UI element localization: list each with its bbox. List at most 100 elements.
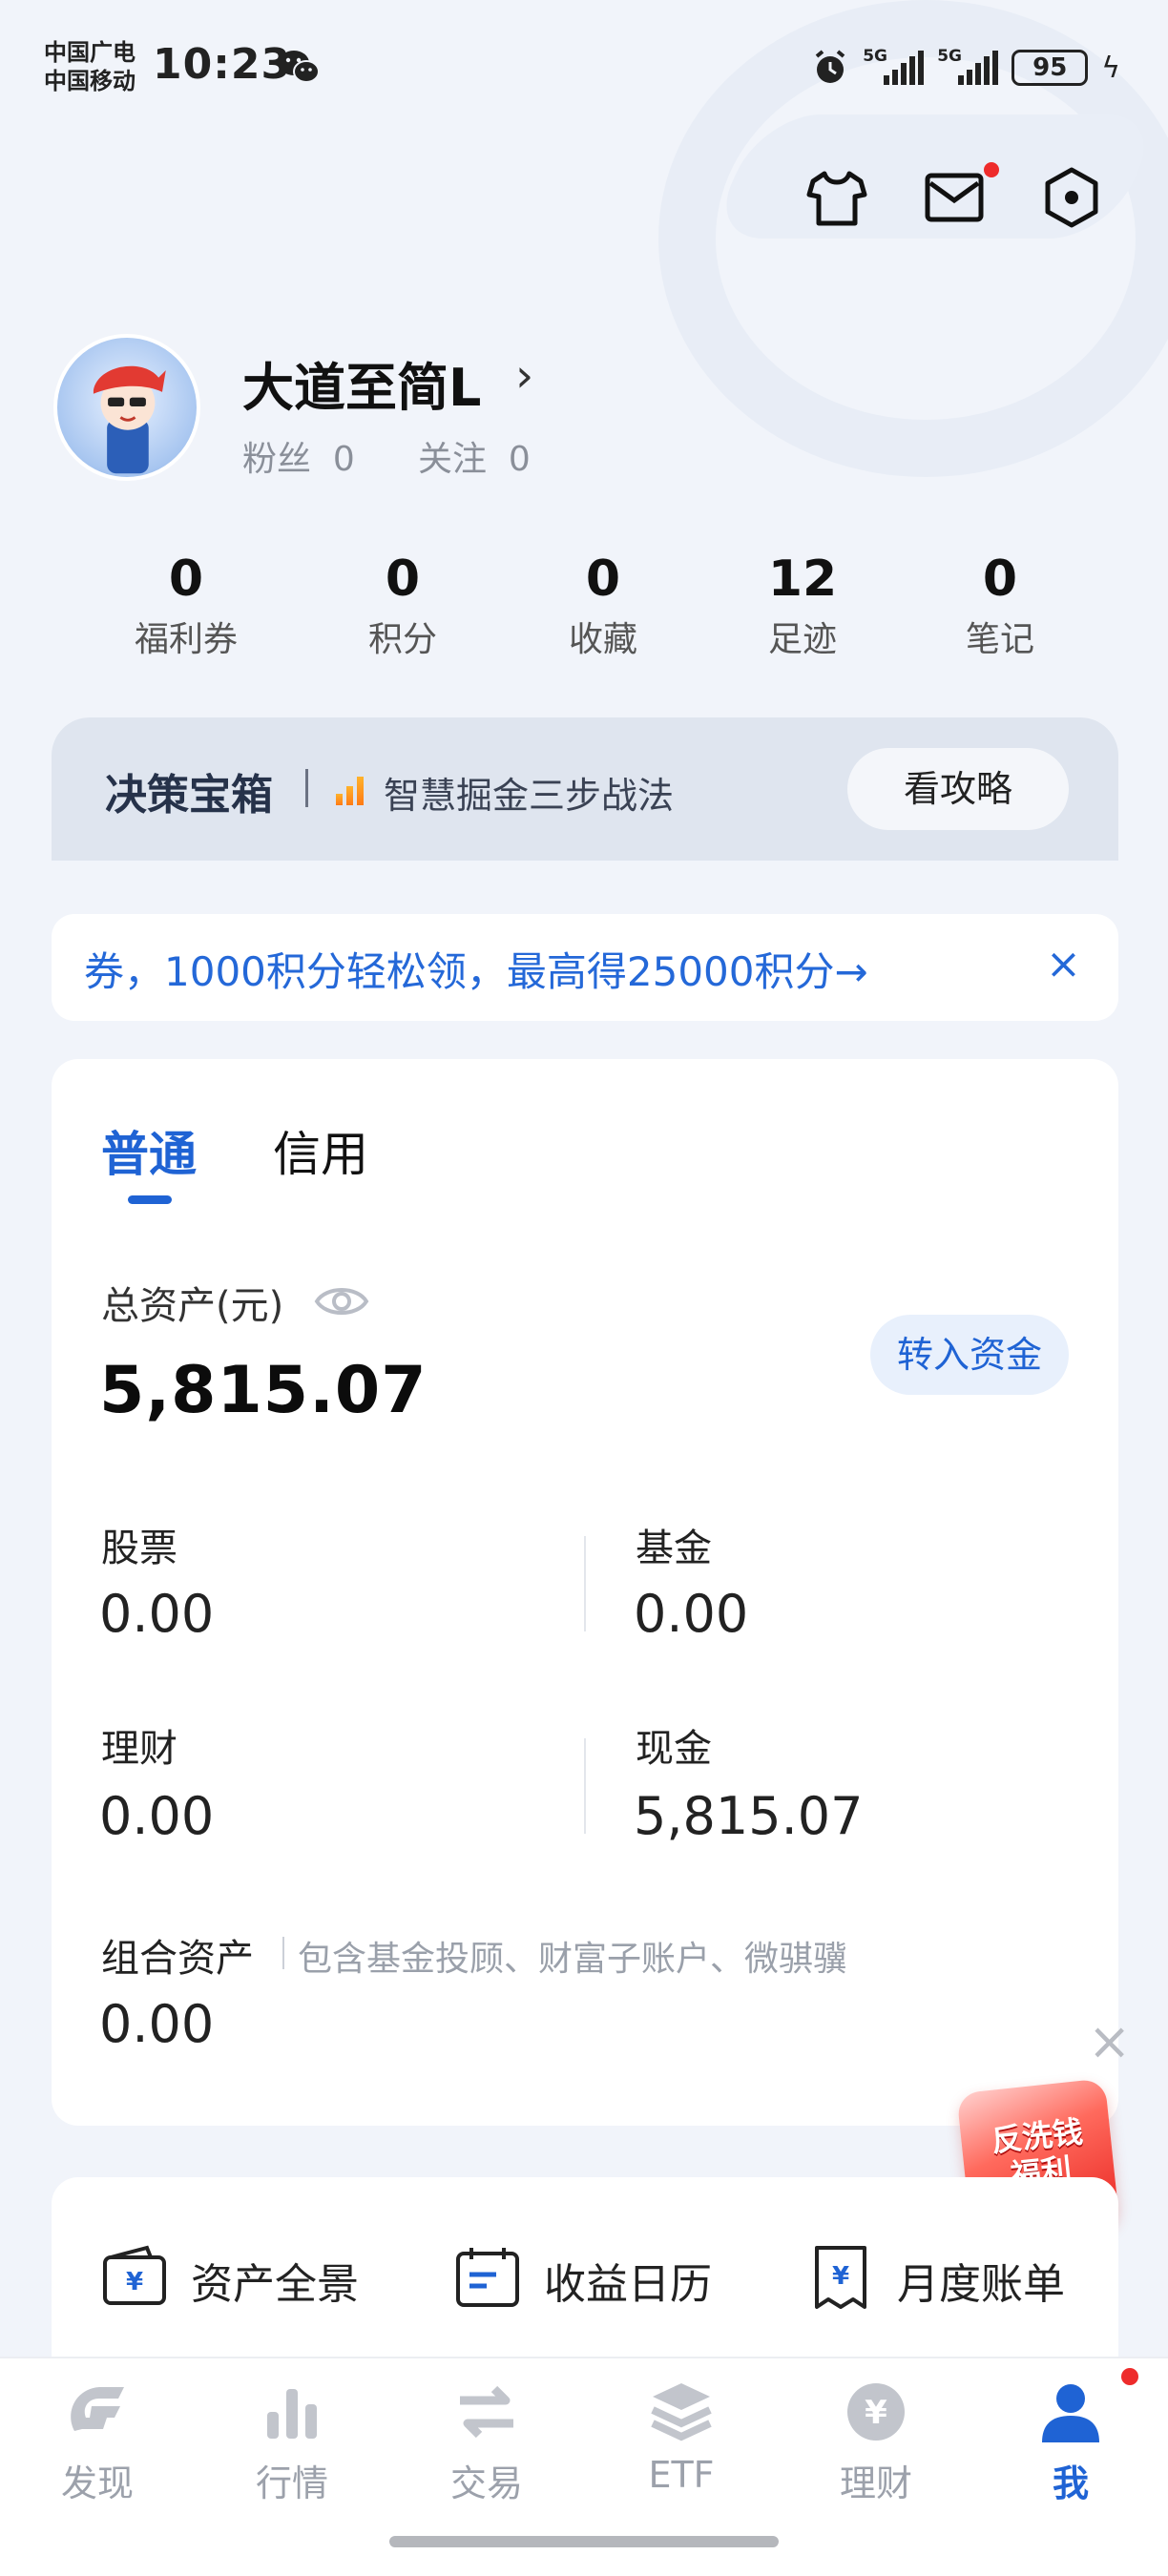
carrier-1: 中国广电 (44, 39, 136, 66)
chevron-right-icon[interactable]: › (515, 349, 533, 403)
bill-icon[interactable]: ¥ (807, 2244, 874, 2311)
stat-value: 12 (767, 551, 838, 608)
tab-active-indicator (128, 1195, 172, 1204)
nav-me[interactable]: 我 (985, 2376, 1157, 2506)
fans-count: 0 (332, 440, 355, 479)
signal-icon-1: 5G (863, 47, 925, 85)
settings-icon[interactable] (1038, 164, 1105, 231)
decision-title: 决策宝箱 (105, 771, 273, 820)
etf-icon (651, 2383, 712, 2441)
fund-label: 基金 (636, 1527, 712, 1570)
battery-indicator: 95 (1012, 50, 1089, 86)
divider (584, 1738, 586, 1834)
carrier-2: 中国移动 (44, 68, 136, 94)
calendar-icon[interactable] (454, 2244, 521, 2311)
stat-value: 0 (982, 551, 1018, 608)
close-icon[interactable]: × (1088, 2011, 1131, 2071)
stat-label: 积分 (367, 620, 437, 659)
wealth-value: 0.00 (99, 1786, 215, 1846)
home-indicator[interactable] (389, 2536, 779, 2547)
bar-chart-icon (336, 775, 370, 805)
trade-icon (460, 2385, 513, 2439)
divider (584, 1536, 586, 1631)
banner-text[interactable]: 券，1000积分轻松领，最高得25000积分→ (84, 940, 868, 998)
wealth-label: 理财 (101, 1727, 177, 1771)
stat-value: 0 (168, 551, 204, 608)
stat-label: 福利券 (134, 620, 238, 659)
username[interactable]: 大道至简L (242, 345, 481, 421)
discover-icon (71, 2387, 124, 2431)
carrier-label: 中国广电 中国移动 (44, 38, 136, 95)
stat-coupons[interactable]: 0 福利券 (91, 549, 282, 661)
market-icon (267, 2389, 317, 2439)
following-stat[interactable]: 关注 0 (418, 431, 531, 481)
alarm-icon (815, 50, 845, 83)
nav-trade[interactable]: 交易 (401, 2376, 573, 2506)
avatar[interactable] (53, 334, 200, 481)
transfer-funds-button[interactable]: 转入资金 (870, 1315, 1069, 1395)
stock-value: 0.00 (99, 1584, 215, 1644)
signal-icon-2: 5G (937, 47, 999, 85)
nav-label: 发现 (60, 2462, 134, 2504)
svg-text:¥: ¥ (832, 2262, 849, 2291)
following-count: 0 (508, 440, 531, 479)
stat-notes[interactable]: 0 笔记 (905, 549, 1095, 661)
nav-label: 行情 (255, 2462, 328, 2504)
fans-stat[interactable]: 粉丝 0 (242, 431, 355, 481)
divider (305, 769, 308, 807)
nav-market[interactable]: 行情 (206, 2376, 378, 2506)
decision-subtitle: 智慧掘金三步战法 (384, 775, 675, 817)
stat-history[interactable]: 12 足迹 (707, 549, 898, 661)
asset-overview-label[interactable]: 资产全景 (191, 2250, 359, 2311)
stat-value: 0 (585, 551, 621, 608)
cash-label: 现金 (636, 1727, 712, 1771)
income-calendar-label[interactable]: 收益日历 (544, 2250, 712, 2311)
nav-label: 我 (1052, 2462, 1089, 2504)
message-icon[interactable] (921, 164, 988, 231)
status-icons: 5G 5G 95 ϟ (811, 44, 1120, 92)
stat-value: 0 (385, 551, 421, 608)
stat-label: 足迹 (767, 620, 837, 659)
me-icon (1042, 2384, 1099, 2442)
stat-points[interactable]: 0 积分 (307, 549, 498, 661)
combo-assets-description: 包含基金投顾、财富子账户、微骐骥 (298, 1940, 848, 1979)
message-badge (984, 162, 999, 177)
stat-label: 笔记 (965, 620, 1034, 659)
combo-assets-label: 组合资产 (101, 1937, 254, 1981)
signal-2-label: 5G (937, 47, 962, 66)
skin-icon[interactable] (803, 164, 870, 231)
total-assets-value: 5,815.07 (99, 1353, 428, 1428)
view-guide-button[interactable]: 看攻略 (847, 748, 1069, 830)
tab-credit[interactable]: 信用 (273, 1116, 368, 1185)
nav-label: 理财 (839, 2462, 912, 2504)
combo-assets-value: 0.00 (99, 1994, 215, 2054)
nav-etf[interactable]: ETF (595, 2376, 767, 2496)
avatar-image (93, 365, 166, 474)
monthly-bill-label[interactable]: 月度账单 (897, 2250, 1065, 2311)
svg-text:¥: ¥ (126, 2268, 143, 2296)
following-label: 关注 (418, 440, 488, 479)
nav-discover[interactable]: 发现 (11, 2376, 183, 2506)
stock-label: 股票 (101, 1527, 177, 1570)
fund-value: 0.00 (634, 1584, 749, 1644)
svg-text:¥: ¥ (865, 2394, 887, 2432)
divider (282, 1937, 284, 1969)
wallet-icon[interactable]: ¥ (101, 2244, 168, 2311)
stat-label: 收藏 (568, 620, 637, 659)
nav-label: ETF (648, 2454, 715, 2496)
total-assets-label: 总资产(元) (101, 1284, 284, 1328)
banner-close-icon[interactable]: × (1046, 940, 1081, 988)
cash-value: 5,815.07 (634, 1786, 864, 1846)
nav-wealth[interactable]: ¥ 理财 (790, 2376, 962, 2506)
stat-favorites[interactable]: 0 收藏 (508, 549, 699, 661)
fans-label: 粉丝 (242, 440, 312, 479)
signal-1-label: 5G (863, 47, 887, 66)
nav-label: 交易 (449, 2462, 523, 2504)
wealth-icon: ¥ (847, 2383, 905, 2441)
status-time: 10:23 (153, 40, 292, 89)
wechat-icon (279, 51, 320, 83)
tab-normal[interactable]: 普通 (101, 1116, 197, 1185)
charging-icon: ϟ (1101, 51, 1120, 85)
nav-badge (1121, 2368, 1138, 2385)
eye-icon[interactable] (313, 1278, 370, 1324)
